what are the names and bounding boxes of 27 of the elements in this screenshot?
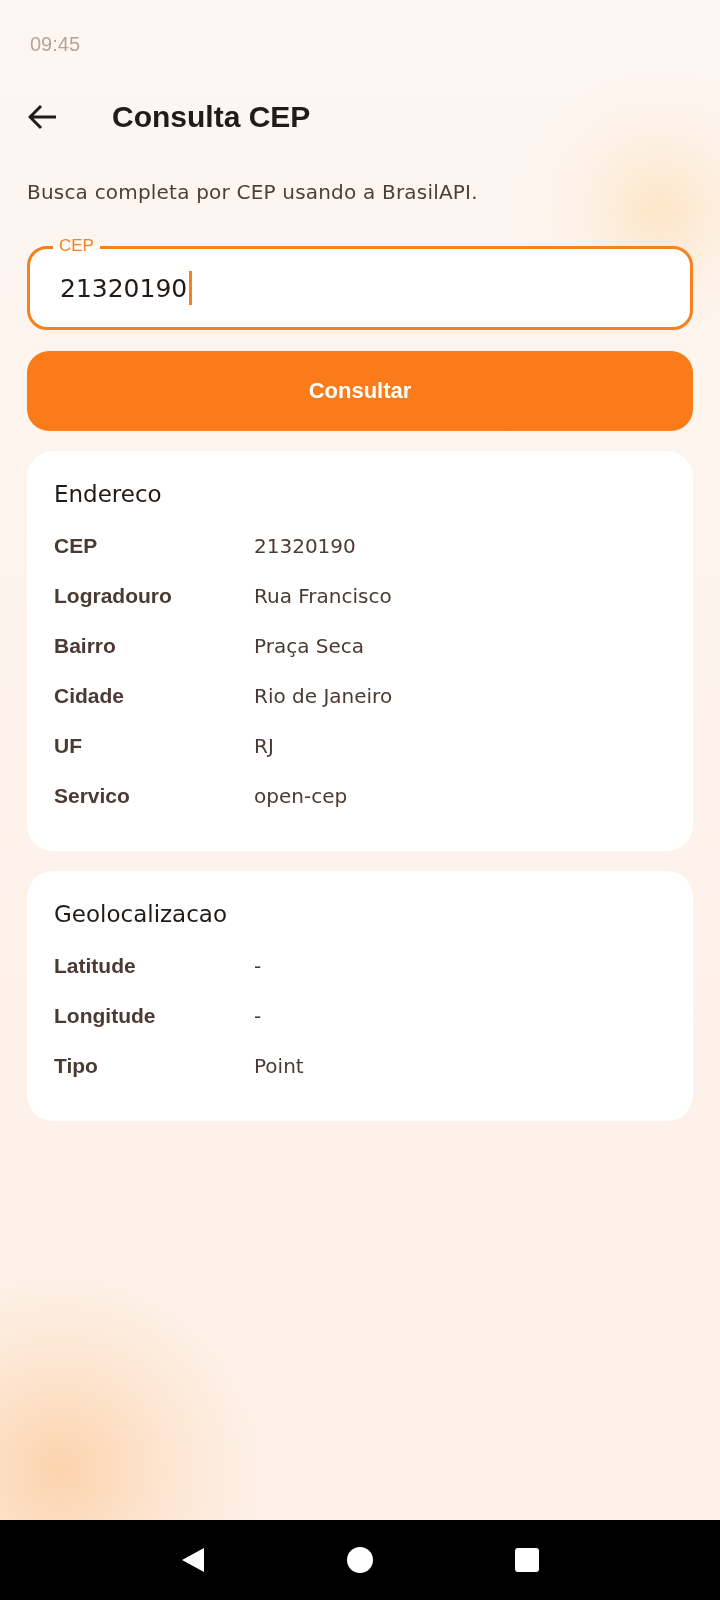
recents-square-icon[interactable]: [514, 1547, 540, 1573]
page-title: Consulta CEP: [112, 100, 311, 134]
field-label: Bairro: [54, 634, 117, 658]
field-value: Point: [254, 1054, 305, 1078]
field-label: CEP: [54, 534, 99, 558]
field-value: Praça Seca: [254, 634, 366, 658]
field-value: -: [254, 1004, 263, 1028]
field-value: open-cep: [254, 784, 349, 808]
field-label: Tipo: [54, 1054, 99, 1078]
field-label: Cidade: [54, 684, 125, 708]
field-value: Rua Francisco: [254, 584, 393, 608]
back-arrow-icon[interactable]: [28, 104, 58, 130]
field-label: Longitude: [54, 1004, 157, 1028]
description-text: Busca completa por CEP usando a BrasilAPI.: [27, 180, 479, 204]
field-value: RJ: [254, 734, 275, 758]
card-title: Endereco: [54, 481, 163, 507]
field-value: -: [254, 954, 263, 978]
home-circle-icon[interactable]: [346, 1546, 374, 1574]
field-label: Servico: [54, 784, 131, 808]
field-value: 21320190: [254, 534, 357, 558]
status-time: 09:45: [30, 32, 81, 56]
field-label: Latitude: [54, 954, 137, 978]
back-triangle-icon[interactable]: [180, 1546, 206, 1574]
field-label: UF: [54, 734, 83, 758]
field-value: Rio de Janeiro: [254, 684, 394, 708]
field-label: Logradouro: [54, 584, 173, 608]
card-title: Geolocalizacao: [54, 901, 228, 927]
